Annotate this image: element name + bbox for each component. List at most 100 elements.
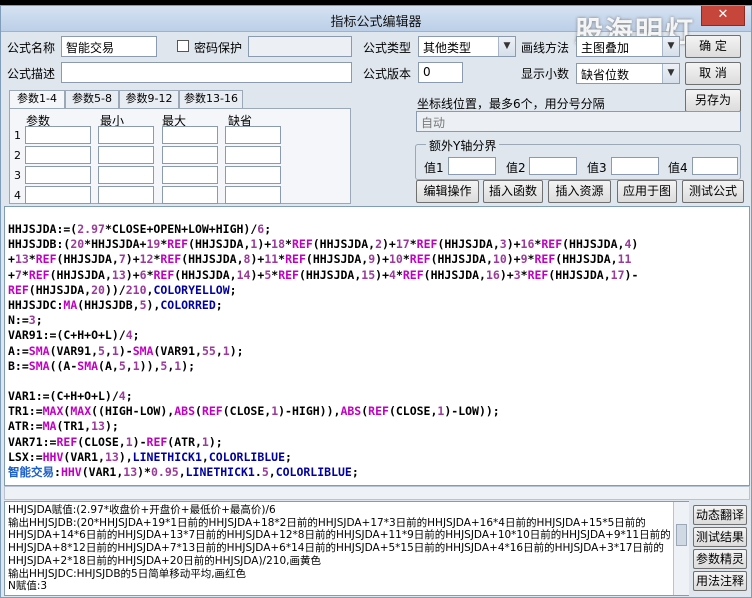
extra-yaxis-legend: 额外Y轴分界 [426,137,500,154]
formula-version-input[interactable]: 0 [418,62,463,83]
code-horizontal-scrollbar[interactable] [4,486,750,500]
code-content[interactable]: HHJSJDA:=(2.97*CLOSE+OPEN+LOW+HIGH)/6; HH… [8,222,638,480]
tab-params-13-16[interactable]: 参数13-16 [179,90,243,108]
apply-to-chart-button[interactable]: 应用于图 [617,180,677,203]
param-2-name[interactable] [25,146,91,164]
param-3-max[interactable] [162,166,218,184]
dynamic-translate-button[interactable]: 动态翻译 [693,505,747,525]
formula-name-label: 公式名称 [7,41,56,55]
insert-resource-button[interactable]: 插入资源 [548,180,611,203]
coord-lines-input[interactable]: 自动 [416,111,741,132]
extra-yaxis-group: 额外Y轴分界 值1 值2 值3 值4 [415,137,741,180]
param-2-max[interactable] [162,146,218,164]
chevron-down-icon: ▼ [662,64,679,83]
draw-method-select[interactable]: 主图叠加 ▼ [576,36,680,57]
code-editor[interactable]: HHJSJDA:=(2.97*CLOSE+OPEN+LOW+HIGH)/6; HH… [4,206,750,486]
param-4-min[interactable] [98,186,154,204]
param-4-default[interactable] [225,186,281,204]
scroll-thumb[interactable] [676,524,687,546]
translation-text: HHJSJDA赋值:(2.97*收盘价+开盘价+最低价+最高价)/6 输出HHJS… [8,504,671,593]
code-line[interactable]: ATR:=MA(TR1,13); [8,419,638,434]
formula-type-select[interactable]: 其他类型 ▼ [418,36,516,57]
code-line[interactable]: 智能交易:HHV(VAR1,13)*0.95,LINETHICK1.5,COLO… [8,465,638,480]
code-line[interactable]: HHJSJDA:=(2.97*CLOSE+OPEN+LOW+HIGH)/6; [8,222,638,237]
window-title: 指标公式编辑器 [330,15,422,30]
translation-line: HHJSJDA赋值:(2.97*收盘价+开盘价+最低价+最高价)/6 [8,504,276,516]
translation-line: 输出HHJSJDB:(20*HHJSJDA+19*1日前的HHJSJDA+18*… [8,516,646,529]
close-button[interactable]: ✕ [701,6,745,26]
param-panel: 参数 最小 最大 缺省 1 2 3 4 [9,108,351,204]
code-line[interactable]: HHJSJDC:MA(HHJSJDB,5),COLORRED; [8,298,638,313]
param-1-max[interactable] [162,126,218,144]
param-2-default[interactable] [225,146,281,164]
decimal-value: 缺省位数 [581,68,630,82]
translation-line: HHJSJDA+2*18日前的HHJSJDA+20日前的HHJSJDA)/210… [8,554,321,567]
code-line[interactable]: HHJSJDB:(20*HHJSJDA+19*REF(HHJSJDA,1)+18… [8,237,638,252]
usage-notes-button[interactable]: 用法注释 [693,571,747,591]
param-1-default[interactable] [225,126,281,144]
code-line[interactable]: +7*REF(HHJSJDA,13)+6*REF(HHJSJDA,14)+5*R… [8,268,638,283]
decimal-select[interactable]: 缺省位数 ▼ [576,63,680,84]
param-wizard-button[interactable]: 参数精灵 [693,549,747,569]
draw-method-value: 主图叠加 [581,41,630,55]
draw-method-label: 画线方法 [521,41,570,55]
formula-type-value: 其他类型 [423,41,472,55]
param-row-num: 3 [14,169,21,182]
param-3-name[interactable] [25,166,91,184]
param-row-num: 2 [14,149,21,162]
translation-line: N赋值:3 [8,580,48,593]
yaxis-value4-label: 值4 [668,161,688,175]
formula-desc-input[interactable] [61,62,352,83]
param-3-default[interactable] [225,166,281,184]
formula-name-input[interactable]: 智能交易 [61,36,157,57]
code-line[interactable]: VAR1:=(C+H+O+L)/4; [8,389,638,404]
formula-editor-window: 指标公式编辑器 ✕ 股海明灯 公式名称 智能交易 密码保护 公式类型 其他类型 … [0,5,752,598]
param-3-min[interactable] [98,166,154,184]
param-row-num: 4 [14,189,21,202]
formula-type-label: 公式类型 [363,41,412,55]
param-4-max[interactable] [162,186,218,204]
yaxis-value1-label: 值1 [424,161,444,175]
code-line[interactable]: TR1:=MAX(MAX((HIGH-LOW),ABS(REF(CLOSE,1)… [8,404,638,419]
tab-params-9-12[interactable]: 参数9-12 [119,90,179,108]
code-line[interactable] [8,374,638,389]
param-1-min[interactable] [98,126,154,144]
code-line[interactable]: REF(HHJSJDA,20))/210,COLORYELLOW; [8,283,638,298]
translation-line: 输出HHJSJDC:HHJSJDB的5日简单移动平均,画红色 [8,567,247,580]
password-input[interactable] [248,36,352,57]
chevron-down-icon: ▼ [498,37,515,56]
password-checkbox[interactable] [177,40,189,52]
translation-line: HHJSJDA+8*12日前的HHJSJDA+7*13日前的HHJSJDA+6*… [8,542,664,555]
param-2-min[interactable] [98,146,154,164]
param-1-name[interactable] [25,126,91,144]
param-4-name[interactable] [25,186,91,204]
tab-params-5-8[interactable]: 参数5-8 [65,90,119,108]
param-row-num: 1 [14,129,21,142]
tab-params-1-4[interactable]: 参数1-4 [9,90,65,109]
code-line[interactable]: +13*REF(HHJSJDA,7)+12*REF(HHJSJDA,8)+11*… [8,252,638,267]
password-label: 密码保护 [194,41,243,55]
ok-button[interactable]: 确 定 [685,35,741,58]
yaxis-value2-input[interactable] [529,157,577,175]
code-line[interactable]: N:=3; [8,313,638,328]
output-vertical-scrollbar[interactable] [673,502,689,595]
test-formula-button[interactable]: 测试公式 [682,180,744,203]
yaxis-value3-input[interactable] [611,157,659,175]
save-as-button[interactable]: 另存为 [685,89,741,112]
code-line[interactable]: VAR71:=REF(CLOSE,1)-REF(ATR,1); [8,435,638,450]
cancel-button[interactable]: 取 消 [685,62,741,85]
chevron-down-icon: ▼ [662,37,679,56]
insert-function-button[interactable]: 插入函数 [483,180,543,203]
code-line[interactable]: VAR91:=(C+H+O+L)/4; [8,328,638,343]
code-line[interactable]: B:=SMA((A-SMA(A,5,1)),5,1); [8,359,638,374]
edit-operation-button[interactable]: 编辑操作 [416,180,479,203]
yaxis-value1-input[interactable] [448,157,496,175]
code-line[interactable]: A:=SMA(VAR91,5,1)-SMA(VAR91,55,1); [8,344,638,359]
decimal-label: 显示小数 [521,67,570,81]
test-result-button[interactable]: 测试结果 [693,527,747,547]
translation-line: HHJSJDA+14*6日前的HHJSJDA+13*7日前的HHJSJDA+12… [8,529,671,542]
yaxis-value3-label: 值3 [587,161,607,175]
formula-desc-label: 公式描述 [7,67,56,81]
yaxis-value4-input[interactable] [692,157,738,175]
code-line[interactable]: LSX:=HHV(VAR1,13),LINETHICK1,COLORLIBLUE… [8,450,638,465]
